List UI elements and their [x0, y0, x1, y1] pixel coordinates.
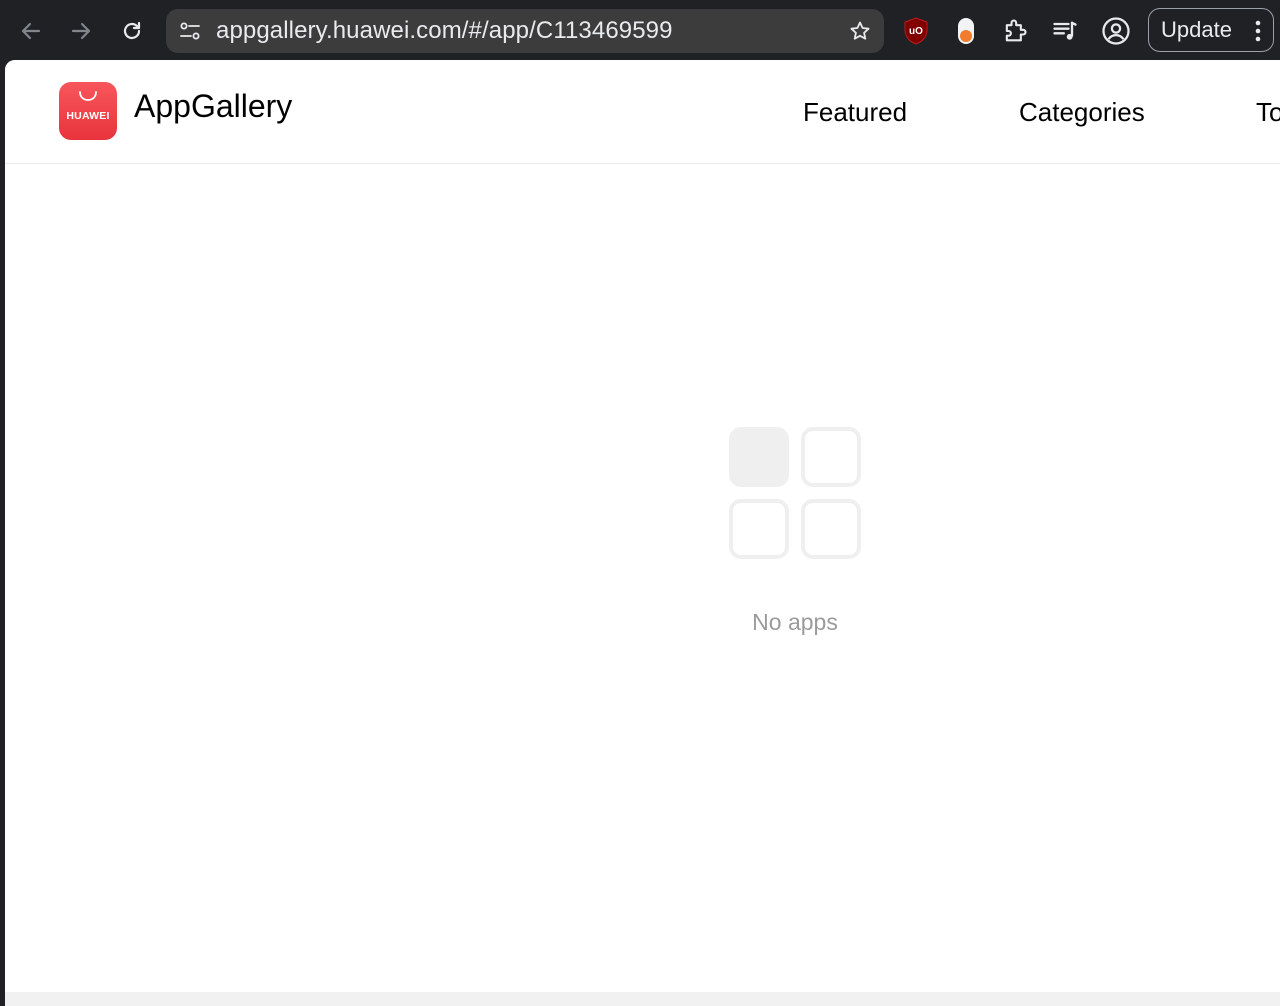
brand-title[interactable]: AppGallery — [134, 88, 292, 125]
puzzle-extensions-icon[interactable] — [999, 14, 1031, 48]
back-arrow-icon — [21, 22, 41, 40]
ublock-shield-icon[interactable]: uO — [900, 14, 932, 48]
page-viewport: HUAWEI AppGallery Featured Categories To… — [5, 60, 1280, 1006]
address-bar[interactable]: appgallery.huawei.com/#/app/C113469599 — [166, 9, 884, 53]
update-label: Update — [1161, 17, 1232, 42]
reload-button[interactable] — [112, 11, 152, 51]
nav-featured[interactable]: Featured — [803, 97, 907, 128]
profile-icon[interactable] — [1100, 14, 1132, 48]
forward-arrow-icon — [71, 22, 91, 40]
more-menu-icon[interactable] — [1255, 20, 1261, 48]
ublock-badge-text: uO — [909, 26, 923, 37]
back-button[interactable] — [11, 11, 51, 51]
url-text[interactable]: appgallery.huawei.com/#/app/C113469599 — [216, 9, 673, 53]
empty-state-message: No apps — [752, 609, 838, 635]
logo-wordmark: HUAWEI — [66, 110, 110, 122]
empty-apps-grid-icon — [729, 427, 861, 559]
shopping-bag-handle-icon — [79, 91, 97, 101]
bookmark-star-icon[interactable] — [848, 19, 872, 43]
nav-categories[interactable]: Categories — [1019, 97, 1145, 128]
nav-top[interactable]: To — [1256, 97, 1280, 128]
browser-toolbar: appgallery.huawei.com/#/app/C113469599 u… — [0, 0, 1280, 62]
forward-button[interactable] — [61, 11, 101, 51]
media-playlist-icon[interactable] — [1049, 14, 1081, 48]
reload-icon — [123, 21, 141, 40]
extension-toggle-icon[interactable] — [950, 14, 982, 48]
site-settings-icon[interactable] — [178, 19, 202, 43]
update-button[interactable]: Update — [1148, 8, 1274, 52]
site-header: HUAWEI AppGallery Featured Categories To — [5, 60, 1280, 164]
page-bottom-strip — [5, 992, 1280, 1006]
huawei-appgallery-logo[interactable]: HUAWEI — [59, 82, 117, 140]
